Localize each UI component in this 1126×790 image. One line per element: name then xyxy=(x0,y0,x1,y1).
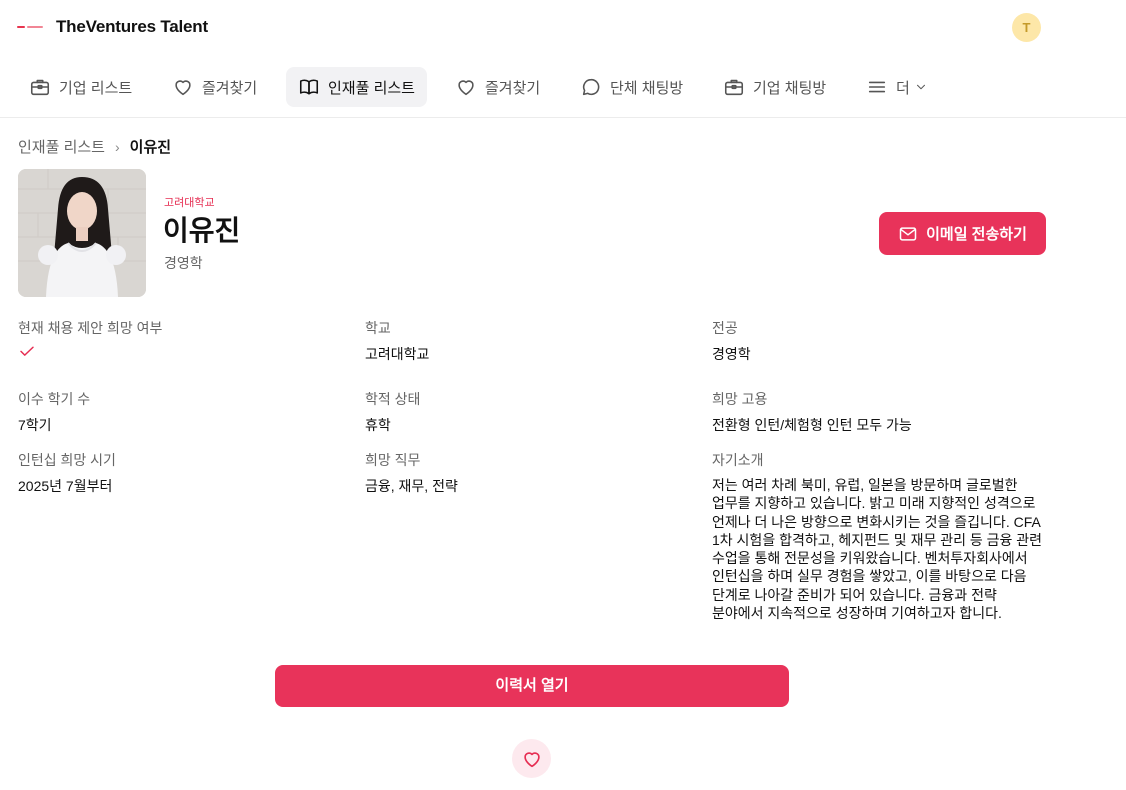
nav-item-label: 즐겨찾기 xyxy=(202,79,258,97)
field-major: 전공 경영학 xyxy=(712,318,751,364)
profile-photo xyxy=(18,169,146,297)
open-resume-button[interactable]: 이력서 열기 xyxy=(275,665,789,707)
field-value: 고려대학교 xyxy=(365,346,430,362)
check-icon xyxy=(18,338,162,365)
nav-item-favorites-talent[interactable]: 즐겨찾기 xyxy=(443,67,552,107)
favorite-button[interactable] xyxy=(512,739,551,778)
logo-icon[interactable] xyxy=(17,24,43,30)
field-job: 희망 직무 금융, 재무, 전략 xyxy=(365,450,458,496)
mail-icon xyxy=(899,226,917,241)
nav-item-company-list[interactable]: 기업 리스트 xyxy=(17,67,144,107)
nav-item-more[interactable]: 더 xyxy=(854,67,940,107)
nav-item-label: 즐겨찾기 xyxy=(485,79,541,97)
chevron-down-icon xyxy=(916,84,925,90)
nav-item-label: 단체 채팅방 xyxy=(610,79,684,97)
field-label: 현재 채용 제안 희망 여부 xyxy=(18,320,163,336)
field-employment: 희망 고용 전환형 인턴/체험형 인턴 모두 가능 xyxy=(712,389,912,435)
chevron-right-icon: › xyxy=(114,138,120,155)
breadcrumb-current: 이유진 xyxy=(129,139,172,156)
nav-item-label: 인재풀 리스트 xyxy=(328,79,415,97)
field-value: 금융, 재무, 전략 xyxy=(365,478,458,494)
candidate-major: 경영학 xyxy=(164,255,203,271)
field-value: 2025년 7월부터 xyxy=(18,478,113,494)
briefcase-icon xyxy=(724,79,744,96)
field-label: 자기소개 xyxy=(712,452,764,468)
field-label: 전공 xyxy=(712,320,738,336)
send-email-button[interactable]: 이메일 전송하기 xyxy=(879,212,1046,255)
field-value: 전환형 인턴/체험형 인턴 모두 가능 xyxy=(712,417,912,433)
school-tag: 고려대학교 xyxy=(164,197,215,209)
nav-item-favorites-companies[interactable]: 즐겨찾기 xyxy=(160,67,269,107)
breadcrumb-parent-link[interactable]: 인재풀 리스트 xyxy=(18,136,105,157)
nav-item-label: 더 xyxy=(896,79,910,97)
nav-item-label: 기업 리스트 xyxy=(59,79,133,97)
field-school: 학교 고려대학교 xyxy=(365,318,429,364)
self-introduction: 저는 여러 차례 북미, 유럽, 일본을 방문하며 글로벌한 업무를 지향하고 … xyxy=(712,477,1043,622)
chat-bubble-icon xyxy=(582,78,600,96)
field-status: 학적 상태 휴학 xyxy=(365,389,420,435)
heart-icon xyxy=(523,751,540,767)
field-label: 이수 학기 수 xyxy=(18,391,91,407)
field-value: 7학기 xyxy=(18,417,52,433)
field-label: 학교 xyxy=(365,320,391,336)
field-offer-wanted: 현재 채용 제안 희망 여부 xyxy=(18,318,162,365)
field-intern-period: 인턴십 희망 시기 2025년 7월부터 xyxy=(18,450,116,496)
user-avatar[interactable]: T xyxy=(1012,13,1041,42)
nav-item-group-chat[interactable]: 단체 채팅방 xyxy=(568,67,695,107)
field-intro: 자기소개 저는 여러 차례 북미, 유럽, 일본을 방문하며 글로벌한 업무를 … xyxy=(712,450,1050,622)
nav-item-talent-pool[interactable]: 인재풀 리스트 xyxy=(286,67,427,107)
app-title[interactable]: TheVentures Talent xyxy=(56,17,208,37)
main-nav: 기업 리스트 즐겨찾기 인재풀 리스트 즐겨찾기 단체 채팅방 기업 채팅방 더 xyxy=(0,65,1126,109)
book-icon xyxy=(299,79,319,95)
candidate-name: 이유진 xyxy=(163,215,241,246)
nav-item-company-chat[interactable]: 기업 채팅방 xyxy=(711,67,838,107)
field-label: 희망 직무 xyxy=(365,452,421,468)
field-value: 경영학 xyxy=(712,346,751,362)
top-bar: TheVentures Talent T xyxy=(0,0,1126,56)
heart-icon xyxy=(458,80,474,96)
send-email-label: 이메일 전송하기 xyxy=(926,226,1027,243)
heart-icon xyxy=(175,80,191,96)
field-label: 인턴십 희망 시기 xyxy=(18,452,116,468)
field-semesters: 이수 학기 수 7학기 xyxy=(18,389,90,435)
field-label: 학적 상태 xyxy=(365,391,421,407)
nav-item-label: 기업 채팅방 xyxy=(753,79,827,97)
briefcase-icon xyxy=(30,79,50,96)
nav-divider xyxy=(0,117,1126,118)
breadcrumb: 인재풀 리스트 › 이유진 xyxy=(18,136,171,157)
field-value: 휴학 xyxy=(365,417,391,433)
field-label: 희망 고용 xyxy=(712,391,768,407)
menu-icon xyxy=(868,81,886,93)
